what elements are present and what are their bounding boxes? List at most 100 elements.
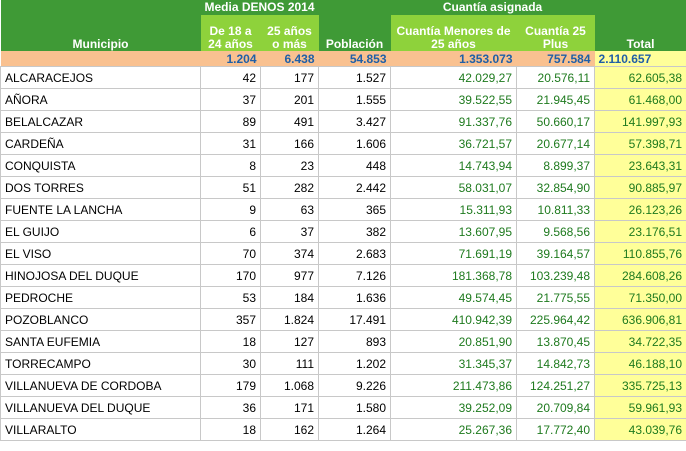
cell-25plus: 32.854,90: [516, 176, 596, 199]
cell-menores: 58.031,07: [390, 176, 518, 199]
cell-total: 335.725,13: [594, 374, 686, 397]
table-row: HINOJOSA DEL DUQUE 170 977 7.126 181.368,78 1…: [0, 264, 686, 287]
table-row: VILLANUEVA DEL DUQUE 36 171 1.580 39.252,09 2…: [0, 396, 686, 419]
cell-poblacion: 1.636: [318, 286, 392, 309]
cell-25-mas: 491: [259, 110, 320, 133]
cell-poblacion: 9.226: [318, 374, 392, 397]
cell-25plus: 124.251,27: [516, 374, 596, 397]
cell-menores: 71.691,19: [390, 242, 518, 265]
col-header-poblacion: Población: [318, 15, 391, 51]
cell-total: 23.643,31: [594, 154, 686, 177]
cell-municipio: AÑORA: [0, 88, 201, 111]
table-row: DOS TORRES 51 282 2.442 58.031,07 32.854,90 90…: [0, 176, 686, 199]
cell-18-24: 51: [200, 176, 261, 199]
cell-25plus: 17.772,40: [516, 418, 596, 441]
cell-18-24: 6: [200, 220, 261, 243]
cell-25-mas: 171: [259, 396, 320, 419]
cell-25-mas: 282: [259, 176, 320, 199]
cell-total: 284.608,26: [594, 264, 686, 287]
cell-poblacion: 2.442: [318, 176, 392, 199]
cell-total: 23.176,51: [594, 220, 686, 243]
cell-25plus: 225.964,42: [516, 308, 596, 331]
cell-total: 110.855,76: [594, 242, 686, 265]
cell-poblacion: 448: [318, 154, 392, 177]
col-header-18-24: De 18 a 24 años: [200, 15, 261, 51]
cell-municipio: DOS TORRES: [0, 176, 201, 199]
cell-municipio: BELALCAZAR: [0, 110, 201, 133]
cell-25plus: 20.709,84: [516, 396, 596, 419]
cell-25-mas: 177: [259, 66, 320, 89]
cell-total: 59.961,93: [594, 396, 686, 419]
cell-25-mas: 1.824: [259, 308, 320, 331]
cell-25plus: 103.239,48: [516, 264, 596, 287]
cell-25plus: 21.945,45: [516, 88, 596, 111]
cell-menores: 211.473,86: [390, 374, 518, 397]
table-row: SANTA EUFEMIA 18 127 893 20.851,90 13.870,45 3…: [0, 330, 686, 353]
cell-25plus: 9.568,56: [516, 220, 596, 243]
cell-25-mas: 23: [259, 154, 320, 177]
col-header-menores: Cuantía Menores de 25 años: [390, 15, 517, 51]
cell-18-24: 18: [200, 418, 261, 441]
cell-total: 61.468,00: [594, 88, 686, 111]
cell-municipio: ALCARACEJOS: [0, 66, 201, 89]
cell-25plus: 39.164,57: [516, 242, 596, 265]
totals-18-24: 1.204: [200, 51, 261, 67]
cell-municipio: FUENTE LA LANCHA: [0, 198, 201, 221]
cell-menores: 410.942,39: [390, 308, 518, 331]
cell-total: 90.885,97: [594, 176, 686, 199]
header-group-row: Media DENOS 2014 Cuantía asignada: [0, 0, 686, 15]
cell-municipio: CONQUISTA: [0, 154, 201, 177]
denos-table: Media DENOS 2014 Cuantía asignada Munici…: [0, 0, 686, 441]
cell-18-24: 30: [200, 352, 261, 375]
cell-25-mas: 111: [259, 352, 320, 375]
cell-municipio: PEDROCHE: [0, 286, 201, 309]
cell-poblacion: 17.491: [318, 308, 392, 331]
cell-18-24: 170: [200, 264, 261, 287]
cell-poblacion: 1.527: [318, 66, 392, 89]
cell-poblacion: 1.202: [318, 352, 392, 375]
cell-total: 26.123,26: [594, 198, 686, 221]
cell-25plus: 50.660,17: [516, 110, 596, 133]
cell-poblacion: 365: [318, 198, 392, 221]
cell-25-mas: 63: [259, 198, 320, 221]
cell-municipio: POZOBLANCO: [0, 308, 201, 331]
cell-18-24: 18: [200, 330, 261, 353]
cell-poblacion: 893: [318, 330, 392, 353]
table-body: ALCARACEJOS 42 177 1.527 42.029,27 20.576,11 6…: [0, 66, 686, 441]
header-group-cuantia: Cuantía asignada: [390, 0, 595, 15]
cell-menores: 42.029,27: [390, 66, 518, 89]
cell-municipio: EL GUIJO: [0, 220, 201, 243]
table-row: ALCARACEJOS 42 177 1.527 42.029,27 20.576,11 6…: [0, 66, 686, 89]
cell-25-mas: 374: [259, 242, 320, 265]
cell-18-24: 37: [200, 88, 261, 111]
col-header-25-mas: 25 años o más: [260, 15, 319, 51]
table-row: EL GUIJO 6 37 382 13.607,95 9.568,56 23.176,51: [0, 220, 686, 243]
totals-row: 1.204 6.438 54.853 1.353.073 757.584 2.1…: [0, 51, 686, 67]
cell-25plus: 20.576,11: [516, 66, 596, 89]
cell-menores: 14.743,94: [390, 154, 518, 177]
cell-25plus: 10.811,33: [516, 198, 596, 221]
cell-municipio: EL VISO: [0, 242, 201, 265]
cell-total: 141.997,93: [594, 110, 686, 133]
header-blank: [0, 0, 201, 15]
cell-menores: 49.574,45: [390, 286, 518, 309]
table-row: CONQUISTA 8 23 448 14.743,94 8.899,37 23.643,3…: [0, 154, 686, 177]
totals-poblacion: 54.853: [318, 51, 391, 67]
cell-menores: 13.607,95: [390, 220, 518, 243]
cell-18-24: 70: [200, 242, 261, 265]
table-row: AÑORA 37 201 1.555 39.522,55 21.945,45 61.468,…: [0, 88, 686, 111]
cell-25-mas: 184: [259, 286, 320, 309]
header-group-media: Media DENOS 2014: [200, 0, 319, 15]
table-row: POZOBLANCO 357 1.824 17.491 410.942,39 225.96…: [0, 308, 686, 331]
cell-25plus: 21.775,55: [516, 286, 596, 309]
cell-menores: 15.311,93: [390, 198, 518, 221]
cell-25-mas: 166: [259, 132, 320, 155]
cell-25-mas: 162: [259, 418, 320, 441]
col-header-municipio: Municipio: [0, 15, 201, 51]
header-blank: [594, 0, 686, 15]
header-column-row: Municipio De 18 a 24 años 25 años o más …: [0, 15, 686, 51]
cell-municipio: HINOJOSA DEL DUQUE: [0, 264, 201, 287]
cell-total: 71.350,00: [594, 286, 686, 309]
cell-menores: 39.252,09: [390, 396, 518, 419]
cell-menores: 36.721,57: [390, 132, 518, 155]
